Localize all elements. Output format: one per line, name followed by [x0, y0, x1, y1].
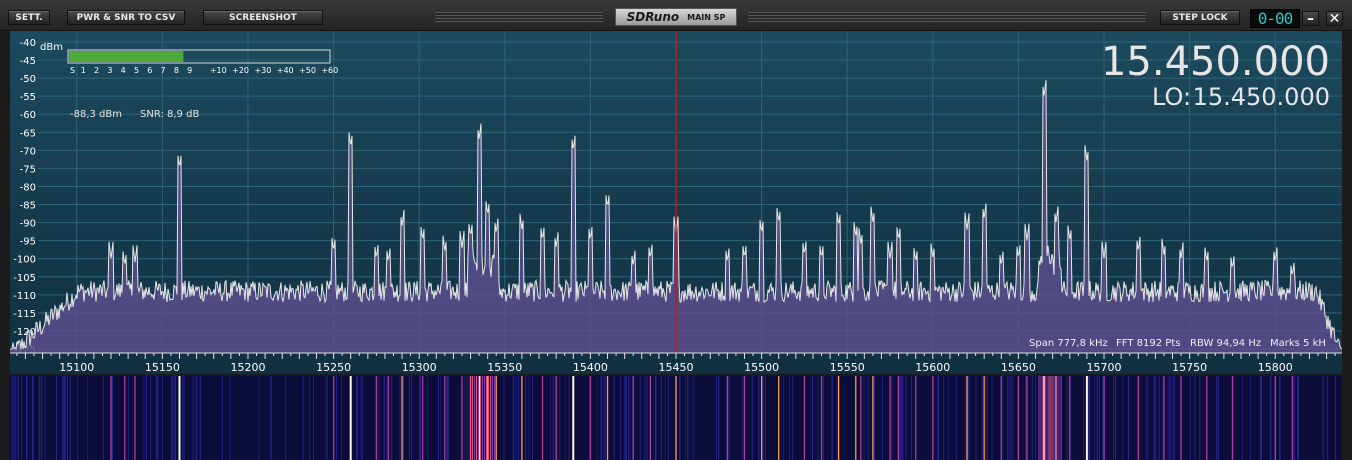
y-tick-label: -80	[20, 182, 36, 193]
x-tick-label: 15800	[1258, 361, 1293, 374]
clock-display: 0-00	[1250, 9, 1300, 28]
marks-info: Marks 5 kH	[1270, 338, 1326, 349]
s-meter-label: 5	[134, 66, 139, 75]
s-meter-label: 8	[174, 66, 179, 75]
rbw-info: RBW 94,94 Hz	[1190, 338, 1261, 349]
y-tick-label: -60	[20, 110, 36, 121]
lo-label: LO:	[1152, 83, 1191, 111]
y-axis-labels: -40 -45 -50 -55 -60 -65 -70 -75 -80 -85 -90 -95 -100…	[13, 38, 36, 356]
x-tick-label: 15500	[744, 361, 779, 374]
minimize-icon[interactable]: –	[1302, 11, 1319, 27]
s-meter-bar	[69, 51, 184, 62]
y-tick-label: -85	[20, 201, 36, 212]
x-tick-label: 15650	[1001, 361, 1036, 374]
close-icon[interactable]: ✕	[1326, 11, 1343, 27]
x-tick-label: 15600	[915, 361, 950, 374]
x-tick-label: 15100	[59, 361, 94, 374]
x-tick-label: 15250	[316, 361, 351, 374]
s-meter-label: +20	[232, 66, 249, 75]
x-tick-label: 15350	[487, 361, 522, 374]
screenshot-button[interactable]: SCREENSHOT	[203, 10, 323, 25]
export-csv-button[interactable]: PWR & SNR TO CSV	[67, 10, 185, 25]
drag-grip-left[interactable]	[435, 12, 603, 24]
y-tick-label: -110	[13, 291, 36, 302]
x-tick-label: 15400	[573, 361, 608, 374]
panel-label: MAIN SP	[687, 12, 726, 22]
x-tick-label: 15150	[145, 361, 180, 374]
step-lock-button[interactable]: STEP LOCK	[1160, 10, 1240, 25]
s-meter-label: 4	[121, 66, 126, 75]
sdruno-logo: SDRuno MAIN SP	[615, 8, 737, 26]
s-meter-label: 6	[147, 66, 152, 75]
s-meter-label: +50	[299, 66, 316, 75]
y-axis-unit: dBm	[40, 42, 63, 53]
waterfall-display[interactable]	[10, 376, 1342, 460]
s-meter-label: 9	[187, 66, 192, 75]
lo-frequency-display[interactable]: 15.450.000	[1193, 83, 1330, 111]
y-tick-label: -40	[20, 38, 36, 49]
x-axis-ticks: 15100 15150 15200 15250 15300 15350 15400 15450…	[16, 353, 1336, 374]
x-tick-label: 15450	[659, 361, 694, 374]
power-readout: -88,3 dBm	[70, 109, 122, 120]
s-meter-label: +40	[277, 66, 294, 75]
y-tick-label: -115	[13, 309, 36, 320]
y-tick-label: -65	[20, 128, 36, 139]
y-tick-label: -100	[13, 255, 36, 266]
s-meter-label: 1	[81, 66, 86, 75]
s-meter-label: 2	[94, 66, 99, 75]
spectrum-display[interactable]: -40 -45 -50 -55 -60 -65 -70 -75 -80 -85 -90 -95 -100…	[10, 31, 1342, 374]
settings-button[interactable]: SETT.	[8, 10, 50, 25]
s-meter-label: +10	[210, 66, 227, 75]
y-tick-label: -90	[20, 219, 36, 230]
drag-grip-right[interactable]	[748, 12, 1146, 24]
y-tick-label: -95	[20, 237, 36, 248]
s-meter: S 1 2 3 4 5 6 7 8 9 +10 +20 +30 +40 +50 +60	[67, 49, 338, 75]
fft-info: FFT 8192 Pts	[1116, 338, 1180, 349]
y-tick-label: -70	[20, 146, 36, 157]
spectrum-plot[interactable]: -40 -45 -50 -55 -60 -65 -70 -75 -80 -85 -90 -95 -100…	[10, 31, 1342, 374]
y-tick-label: -75	[20, 164, 36, 175]
s-meter-label: 7	[161, 66, 166, 75]
x-tick-label: 15200	[230, 361, 265, 374]
y-tick-label: -55	[20, 92, 36, 103]
x-tick-label: 15700	[1087, 361, 1122, 374]
waterfall-plot[interactable]	[10, 376, 1342, 460]
span-info: Span 777,8 kHz	[1029, 338, 1108, 349]
toolbar: SETT. PWR & SNR TO CSV SCREENSHOT SDRuno…	[0, 0, 1352, 31]
snr-readout: SNR: 8,9 dB	[140, 109, 199, 120]
frequency-display[interactable]: 15.450.000	[1101, 39, 1330, 85]
s-meter-label: +60	[321, 66, 338, 75]
s-meter-label: S	[70, 66, 75, 75]
x-tick-label: 15750	[1172, 361, 1207, 374]
y-tick-label: -50	[20, 74, 36, 85]
logo-text: SDRuno	[626, 10, 680, 24]
x-tick-label: 15300	[402, 361, 437, 374]
y-tick-label: -105	[13, 273, 36, 284]
s-meter-label: +30	[254, 66, 271, 75]
y-tick-label: -45	[20, 56, 36, 67]
s-meter-label: 3	[107, 66, 112, 75]
x-tick-label: 15550	[830, 361, 865, 374]
s-meter-scale: S 1 2 3 4 5 6 7 8 9 +10 +20 +30 +40 +50 +60	[70, 66, 338, 75]
